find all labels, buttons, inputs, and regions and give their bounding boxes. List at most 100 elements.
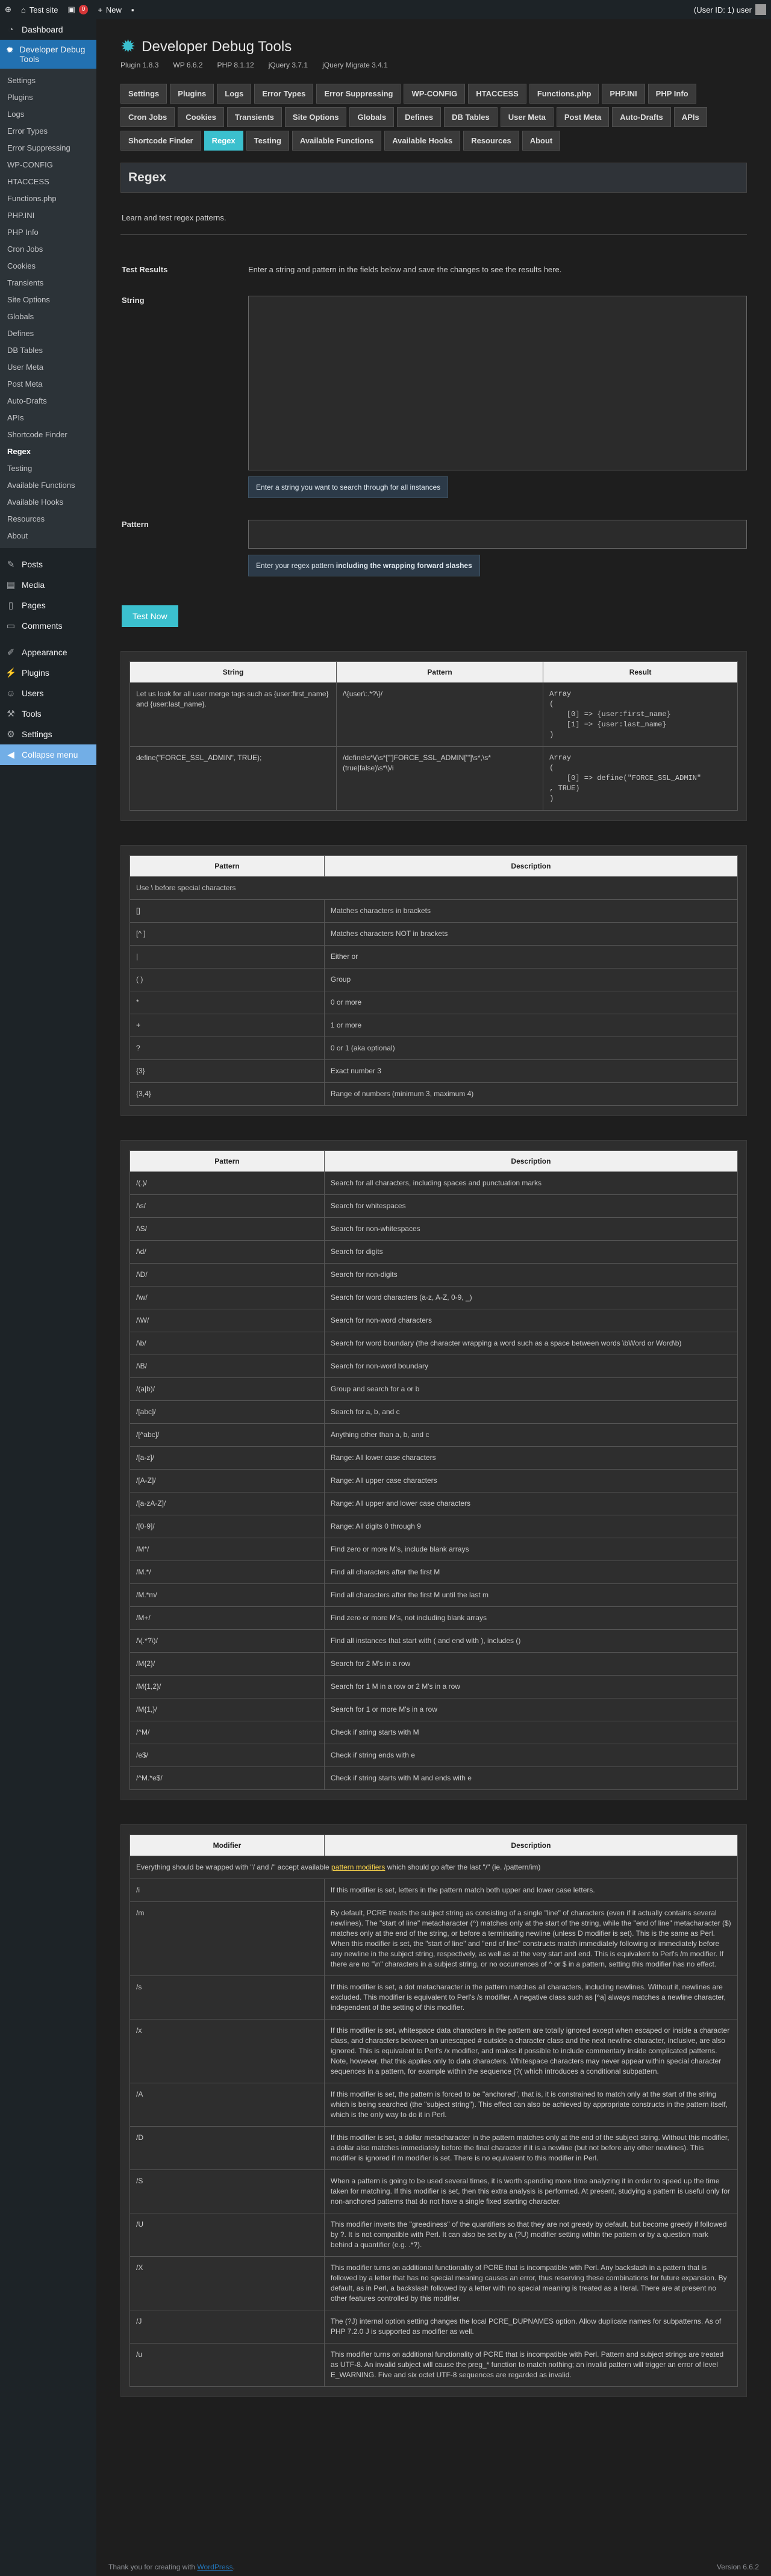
submenu-item-wp-config[interactable]: WP-CONFIG: [0, 157, 96, 173]
submenu-item-php-ini[interactable]: PHP.INI: [0, 207, 96, 224]
sidebar-item-pages[interactable]: ▯ Pages: [0, 595, 96, 616]
tab-available-functions[interactable]: Available Functions: [292, 131, 382, 151]
table-row: /\d/Search for digits: [130, 1240, 738, 1264]
submenu-item-settings[interactable]: Settings: [0, 72, 96, 89]
tab-functions-php[interactable]: Functions.php: [529, 84, 599, 104]
plug-icon: ⚡: [5, 668, 17, 678]
tab-regex[interactable]: Regex: [204, 131, 243, 151]
submenu-item-defines[interactable]: Defines: [0, 325, 96, 342]
sidebar-item-dashboard[interactable]: ◔ Dashboard: [0, 19, 96, 40]
sidebar-item-media[interactable]: ▤ Media: [0, 575, 96, 595]
tab-resources[interactable]: Resources: [463, 131, 519, 151]
user-account-link[interactable]: (User ID: 1) user: [694, 4, 766, 15]
tab-site-options[interactable]: Site Options: [284, 107, 347, 127]
tab-logs[interactable]: Logs: [217, 84, 252, 104]
wordpress-logo-icon[interactable]: ⊕: [5, 0, 11, 19]
pattern-cell: /M+/: [130, 1606, 325, 1630]
wordpress-link[interactable]: WordPress: [197, 2563, 233, 2571]
tab-htaccess[interactable]: HTACCESS: [468, 84, 526, 104]
tab-php-ini[interactable]: PHP.INI: [602, 84, 645, 104]
sidebar-item-plugins[interactable]: ⚡ Plugins: [0, 663, 96, 683]
submenu-item-about[interactable]: About: [0, 528, 96, 544]
tab-shortcode-finder[interactable]: Shortcode Finder: [120, 131, 201, 151]
submenu-item-regex[interactable]: Regex: [0, 443, 96, 460]
tab-about[interactable]: About: [522, 131, 561, 151]
tab-wp-config[interactable]: WP-CONFIG: [404, 84, 466, 104]
submenu-item-plugins[interactable]: Plugins: [0, 89, 96, 106]
submenu-item-globals[interactable]: Globals: [0, 308, 96, 325]
tab-error-types[interactable]: Error Types: [254, 84, 314, 104]
tab-transients[interactable]: Transients: [226, 107, 282, 127]
tab-settings[interactable]: Settings: [120, 84, 167, 104]
test-now-button[interactable]: Test Now: [122, 605, 178, 627]
submenu-item-functions-php[interactable]: Functions.php: [0, 190, 96, 207]
site-name-link[interactable]: ⌂ Test site: [21, 0, 58, 19]
modifiers-table: Modifier Description Everything should be …: [130, 1835, 738, 2387]
tab-available-hooks[interactable]: Available Hooks: [384, 131, 461, 151]
debug-icon[interactable]: ▪: [131, 0, 134, 19]
submenu-item-post-meta[interactable]: Post Meta: [0, 376, 96, 393]
pattern-input[interactable]: [248, 520, 747, 549]
tab-user-meta[interactable]: User Meta: [500, 107, 554, 127]
modifier-cell: /X: [130, 2256, 325, 2310]
tab-testing[interactable]: Testing: [246, 131, 289, 151]
submenu-item-apis[interactable]: APIs: [0, 410, 96, 426]
tab-db-tables[interactable]: DB Tables: [444, 107, 498, 127]
table-row: /\b/Search for word boundary (the charac…: [130, 1332, 738, 1355]
pattern-modifiers-link[interactable]: pattern modifiers: [331, 1863, 385, 1871]
submenu-item-error-types[interactable]: Error Types: [0, 123, 96, 140]
submenu-item-php-info[interactable]: PHP Info: [0, 224, 96, 241]
column-header: Pattern: [130, 1150, 325, 1172]
submenu-item-error-suppressing[interactable]: Error Suppressing: [0, 140, 96, 157]
sidebar-item-posts[interactable]: ✎ Posts: [0, 554, 96, 575]
submenu-item-db-tables[interactable]: DB Tables: [0, 342, 96, 359]
tab-globals[interactable]: Globals: [349, 107, 395, 127]
tab-apis[interactable]: APIs: [673, 107, 707, 127]
description-cell: Search for 2 M's in a row: [323, 1652, 738, 1676]
sidebar-item-comments[interactable]: ▭ Comments: [0, 616, 96, 636]
submenu-item-testing[interactable]: Testing: [0, 460, 96, 477]
submenu-item-transients[interactable]: Transients: [0, 275, 96, 292]
comments-link[interactable]: ▣ 0: [67, 0, 89, 19]
description-cell: Find all characters after the first M un…: [323, 1583, 738, 1607]
section-title: Regex: [120, 163, 747, 193]
submenu-item-available-functions[interactable]: Available Functions: [0, 477, 96, 494]
tab-defines[interactable]: Defines: [397, 107, 442, 127]
tab-post-meta[interactable]: Post Meta: [556, 107, 610, 127]
submenu-item-auto-drafts[interactable]: Auto-Drafts: [0, 393, 96, 410]
sidebar-item-appearance[interactable]: ✐ Appearance: [0, 642, 96, 663]
pattern-cell: /[0-9]/: [130, 1515, 325, 1538]
pattern-cell: /M.*m/: [130, 1583, 325, 1607]
version-item: PHP 8.1.12: [217, 61, 254, 69]
submenu-item-shortcode-finder[interactable]: Shortcode Finder: [0, 426, 96, 443]
sidebar-item-developer-debug-tools[interactable]: ✹ Developer Debug Tools: [0, 40, 96, 69]
submenu-item-site-options[interactable]: Site Options: [0, 292, 96, 308]
submenu-item-available-hooks[interactable]: Available Hooks: [0, 494, 96, 511]
submenu-item-cron-jobs[interactable]: Cron Jobs: [0, 241, 96, 258]
submenu-item-cookies[interactable]: Cookies: [0, 258, 96, 275]
sidebar-item-settings[interactable]: ⚙ Settings: [0, 724, 96, 744]
tab-plugins[interactable]: Plugins: [170, 84, 214, 104]
submenu-item-logs[interactable]: Logs: [0, 106, 96, 123]
plus-icon: +: [98, 5, 102, 14]
examples-table: String Pattern Result Let us look for all u…: [129, 661, 738, 811]
tab-cookies[interactable]: Cookies: [178, 107, 224, 127]
sidebar-item-tools[interactable]: ⚒ Tools: [0, 703, 96, 724]
modifier-cell: /x: [130, 2019, 325, 2083]
pattern-cell: /[a-zA-Z]/: [130, 1492, 325, 1515]
tab-auto-drafts[interactable]: Auto-Drafts: [612, 107, 671, 127]
tab-error-suppressing[interactable]: Error Suppressing: [316, 84, 401, 104]
description-cell: Range: All lower case characters: [323, 1446, 738, 1470]
string-textarea[interactable]: [248, 296, 747, 470]
modifier-cell: /u: [130, 2343, 325, 2387]
pattern-cell: ?: [130, 1037, 325, 1060]
pattern-cell: /M{2}/: [130, 1652, 325, 1676]
tab-cron-jobs[interactable]: Cron Jobs: [120, 107, 175, 127]
submenu-item-user-meta[interactable]: User Meta: [0, 359, 96, 376]
submenu-item-htaccess[interactable]: HTACCESS: [0, 173, 96, 190]
new-content-link[interactable]: + New: [98, 0, 122, 19]
collapse-menu-button[interactable]: ◀ Collapse menu: [0, 744, 96, 765]
submenu-item-resources[interactable]: Resources: [0, 511, 96, 528]
tab-php-info[interactable]: PHP Info: [648, 84, 696, 104]
sidebar-item-users[interactable]: ☺ Users: [0, 683, 96, 703]
